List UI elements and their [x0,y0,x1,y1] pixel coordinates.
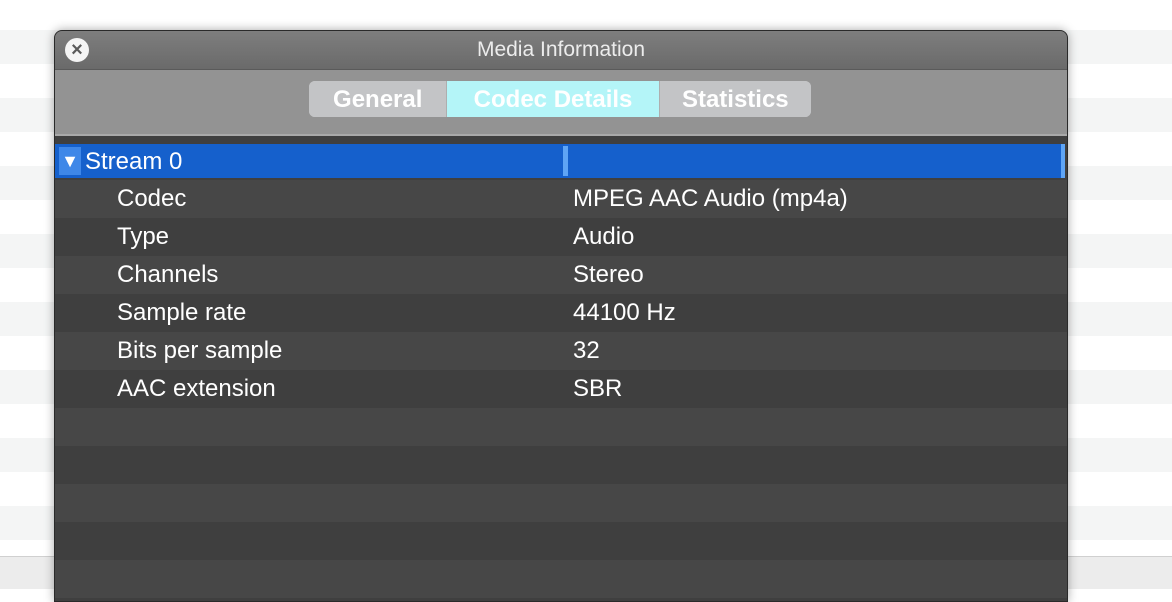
property-key: Codec [117,185,187,212]
close-icon[interactable]: × [65,38,89,62]
media-information-panel: Media Information × General Codec Detail… [54,30,1068,602]
property-key: Channels [117,261,219,288]
property-key: Bits per sample [117,337,283,364]
tab-segmented-control: General Codec Details Statistics [309,81,811,117]
property-key: AAC extension [117,375,276,402]
window-title: Media Information [476,38,646,61]
property-row[interactable]: Codec MPEG AAC Audio (mp4a) [55,180,1067,218]
property-value: 32 [573,337,600,364]
stream-label: Stream 0 [85,148,183,175]
property-value: Audio [573,223,635,250]
property-value: Stereo [573,261,644,288]
property-key: Sample rate [117,299,247,326]
empty-row [55,560,1067,598]
property-key: Type [117,223,170,250]
column-divider[interactable] [563,146,568,176]
title-bar: Media Information × [55,31,1067,70]
tab-statistics[interactable]: Statistics [658,81,811,117]
property-row[interactable]: AAC extension SBR [55,370,1067,408]
property-value: SBR [573,375,623,402]
tab-toolbar: General Codec Details Statistics [55,70,1067,136]
property-row[interactable]: Type Audio [55,218,1067,256]
property-row[interactable]: Channels Stereo [55,256,1067,294]
empty-row [55,484,1067,522]
stream-row[interactable]: ▼ Stream 0 [55,144,1065,178]
disclosure-triangle-down-icon[interactable]: ▼ [59,147,81,175]
empty-row [55,522,1067,560]
property-value: MPEG AAC Audio (mp4a) [573,185,848,212]
property-row[interactable]: Bits per sample 32 [55,332,1067,370]
empty-row [55,408,1067,446]
codec-details-tree: ▼ Stream 0 Codec MPEG AAC Audio (mp4a) T… [55,144,1067,601]
tab-codec-details[interactable]: Codec Details [446,81,659,117]
empty-row [55,446,1067,484]
row-end-marker [1061,144,1065,178]
tab-general[interactable]: General [309,81,447,117]
property-row[interactable]: Sample rate 44100 Hz [55,294,1067,332]
property-value: 44100 Hz [573,299,676,326]
